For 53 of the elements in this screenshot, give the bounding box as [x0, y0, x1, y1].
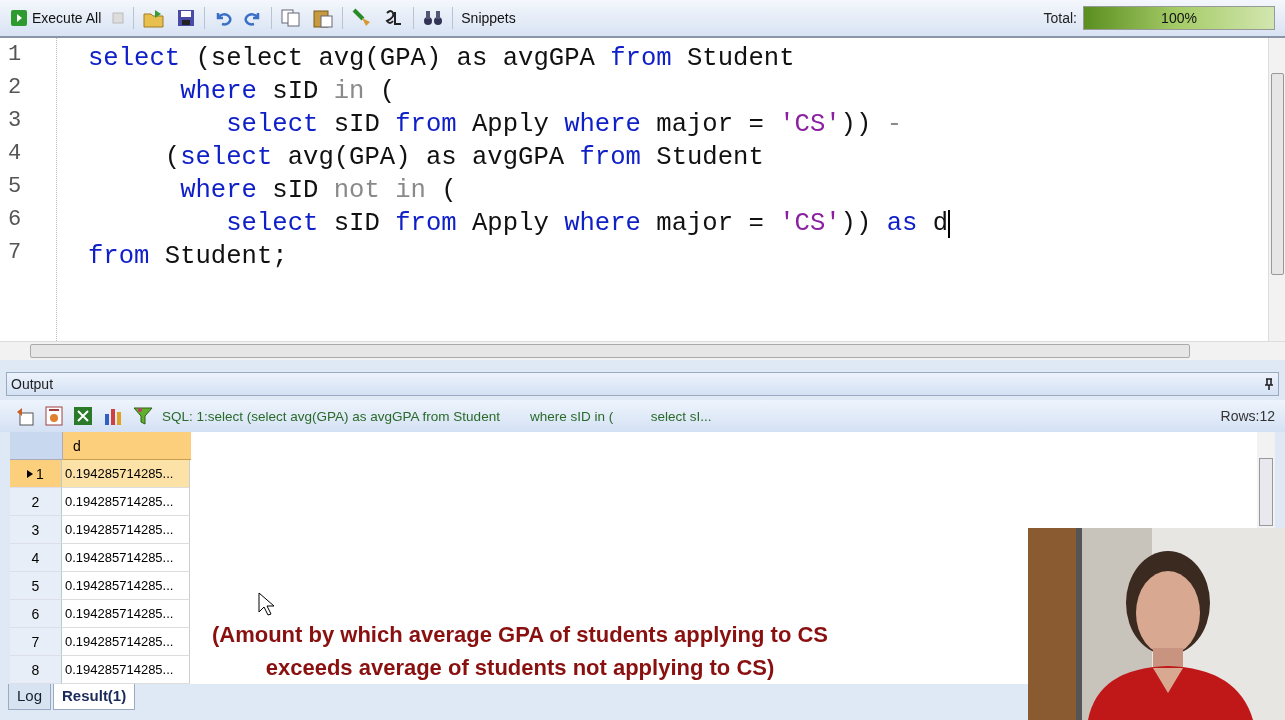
table-cell: 0.194285714285... — [62, 488, 190, 516]
current-row-icon — [27, 469, 34, 478]
code-line: (select avg(GPA) as avgGPA from Student — [163, 142, 764, 174]
row-header[interactable]: 3 — [10, 516, 62, 544]
line-number: 6 — [7, 207, 23, 234]
caption-text: exceeds average of students not applying to CS) — [265, 654, 775, 682]
tab[interactable]: Log — [8, 684, 52, 710]
code-line: select (select avg(GPA) as avgGPA from Student — [88, 43, 795, 75]
row-header[interactable]: 2 — [10, 488, 62, 516]
code-line: select sID from Apply where major = 'CS')) as d — [225, 208, 949, 240]
output-title: Output — [11, 376, 54, 392]
table-cell: 0.194285714285... — [62, 628, 190, 656]
report-icon[interactable] — [45, 406, 63, 426]
table-cell: 0.194285714285... — [62, 516, 190, 544]
vertical-scrollbar[interactable] — [1257, 432, 1275, 528]
spreadsheet-icon[interactable] — [73, 406, 93, 426]
row-header[interactable]: 7 — [10, 628, 62, 656]
total-label: Total: — [1043, 10, 1077, 26]
filter-icon[interactable] — [133, 406, 153, 426]
line-number: 2 — [7, 75, 23, 102]
tab[interactable]: Result(1) — [53, 684, 136, 710]
table-cell: 0.194285714285... — [62, 460, 190, 488]
line-number: 4 — [7, 141, 23, 168]
vertical-scrollbar[interactable] — [1268, 38, 1285, 341]
line-number: 1 — [7, 42, 23, 69]
execute-all-button[interactable]: Execute All — [8, 7, 104, 29]
table-cell: 0.194285714285... — [62, 600, 190, 628]
mouse-pointer-icon — [258, 592, 274, 616]
code-line: select sID from Apply where major = 'CS')) - — [225, 109, 903, 141]
row-header[interactable]: 8 — [10, 656, 62, 684]
row-header[interactable]: 4 — [10, 544, 62, 572]
snippets-button[interactable]: Snippets — [459, 8, 518, 28]
bar-chart-icon[interactable] — [103, 406, 123, 426]
code-line: where sID not in ( — [179, 175, 457, 207]
sql-statement: SQL: 1:select (select avg(GPA) as avgGPA from Student where sID in ( select sI... — [162, 408, 712, 424]
row-header[interactable]: 5 — [10, 572, 62, 600]
row-header[interactable]: 6 — [10, 600, 62, 628]
table-cell: 0.194285714285... — [62, 572, 190, 600]
code-line: where sID in ( — [179, 76, 396, 108]
play-icon — [10, 9, 28, 27]
table-cell: 0.194285714285... — [62, 544, 190, 572]
caption-text: (Amount by which average GPA of students applying to CS — [211, 621, 829, 649]
code-line: from Student; — [88, 241, 288, 273]
row-count: Rows:12 — [1220, 408, 1275, 424]
pin-icon[interactable] — [1264, 378, 1274, 390]
horizontal-scrollbar[interactable] — [0, 341, 1285, 360]
line-number: 7 — [7, 240, 23, 267]
progress-reading: 100% — [1160, 9, 1198, 28]
export-icon[interactable] — [15, 406, 35, 426]
line-number: 3 — [7, 108, 23, 135]
line-number: 5 — [7, 174, 23, 201]
column-header[interactable]: d — [63, 432, 191, 460]
row-header[interactable]: 1 — [10, 460, 62, 488]
